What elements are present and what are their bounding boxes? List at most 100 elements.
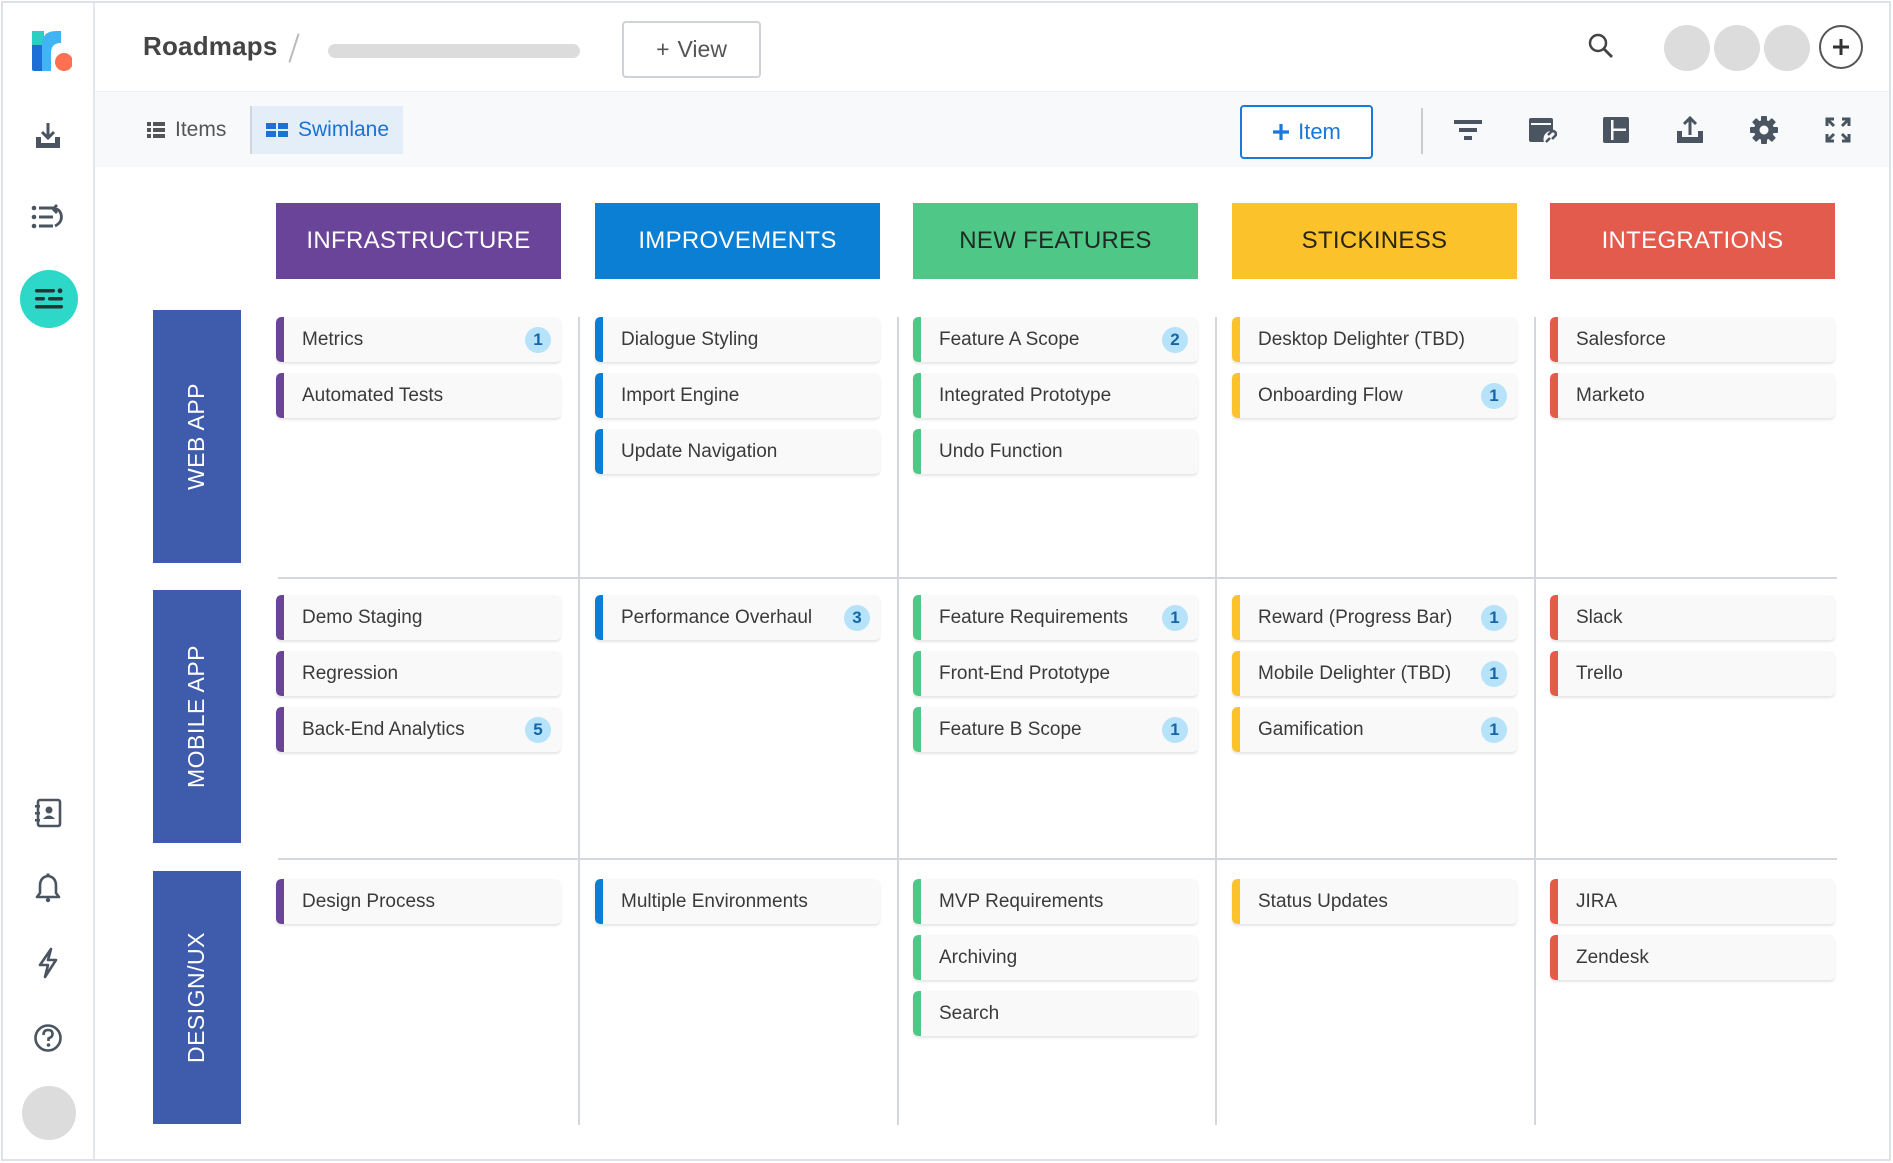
- import-icon[interactable]: [29, 117, 67, 155]
- linked-calendar-icon[interactable]: [1524, 112, 1560, 148]
- card-count-badge: 1: [1481, 716, 1507, 743]
- card-title: Onboarding Flow: [1258, 384, 1403, 406]
- logo-icon: [32, 31, 73, 71]
- notifications-icon[interactable]: [29, 869, 67, 907]
- roadmap-item-card[interactable]: Reward (Progress Bar) 1: [1232, 595, 1517, 640]
- app-window: Roadmaps + View Items Swimlane Item INFR…: [1, 1, 1891, 1161]
- roadmap-item-card[interactable]: Metrics 1: [276, 317, 561, 362]
- row-divider: [278, 858, 1837, 860]
- member-avatar[interactable]: [1714, 25, 1760, 71]
- roadmap-item-card[interactable]: Desktop Delighter (TBD): [1232, 317, 1517, 362]
- tab-swimlane-label: Swimlane: [298, 118, 390, 141]
- prioritize-icon[interactable]: [29, 198, 67, 236]
- integrations-icon[interactable]: [29, 944, 67, 982]
- layout-icon[interactable]: [1598, 112, 1634, 148]
- roadmap-item-card[interactable]: Salesforce: [1550, 317, 1835, 362]
- roadmap-item-card[interactable]: Archiving: [913, 935, 1198, 980]
- roadmap-item-card[interactable]: Feature Requirements 1: [913, 595, 1198, 640]
- row-label-text: MOBILE APP: [183, 644, 210, 789]
- card-title: Mobile Delighter (TBD): [1258, 662, 1452, 684]
- card-color-bar: [913, 991, 921, 1036]
- member-avatar[interactable]: [1764, 25, 1810, 71]
- roadmap-item-card[interactable]: Performance Overhaul 3: [595, 595, 880, 640]
- roadmap-item-card[interactable]: JIRA: [1550, 879, 1835, 924]
- toolbar-divider: [1421, 108, 1423, 154]
- column-header-infrastructure[interactable]: INFRASTRUCTURE: [276, 203, 561, 279]
- roadmap-item-card[interactable]: Zendesk: [1550, 935, 1835, 980]
- user-avatar[interactable]: [22, 1086, 76, 1140]
- card-color-bar: [1232, 595, 1240, 640]
- roadmap-item-card[interactable]: Feature A Scope 2: [913, 317, 1198, 362]
- card-title: Front-End Prototype: [939, 662, 1111, 684]
- roadmap-item-card[interactable]: Undo Function: [913, 429, 1198, 474]
- roadmap-item-card[interactable]: Onboarding Flow 1: [1232, 373, 1517, 418]
- view-toolbar: Items Swimlane Item: [95, 91, 1889, 167]
- column-header-new-features[interactable]: NEW FEATURES: [913, 203, 1198, 279]
- column-divider: [1534, 317, 1536, 1125]
- roadmap-item-card[interactable]: Automated Tests: [276, 373, 561, 418]
- roadmap-item-card[interactable]: Status Updates: [1232, 879, 1517, 924]
- roadmap-item-card[interactable]: Trello: [1550, 651, 1835, 696]
- help-icon[interactable]: [29, 1019, 67, 1057]
- roadmap-item-card[interactable]: Import Engine: [595, 373, 880, 418]
- contacts-icon[interactable]: [29, 794, 67, 832]
- roadmap-item-card[interactable]: Feature B Scope 1: [913, 707, 1198, 752]
- roadmap-item-card[interactable]: Mobile Delighter (TBD) 1: [1232, 651, 1517, 696]
- card-title: Demo Staging: [302, 606, 423, 628]
- card-color-bar: [276, 595, 284, 640]
- row-label-web-app[interactable]: WEB APP: [153, 310, 241, 563]
- card-color-bar: [913, 317, 921, 362]
- roadmap-item-card[interactable]: Dialogue Styling: [595, 317, 880, 362]
- card-count-badge: 1: [1481, 660, 1507, 687]
- row-label-mobile-app[interactable]: MOBILE APP: [153, 590, 241, 843]
- card-color-bar: [1550, 935, 1558, 980]
- row-label-design-ux[interactable]: DESIGN/UX: [153, 871, 241, 1124]
- tab-items[interactable]: Items: [133, 106, 240, 154]
- roadmap-item-card[interactable]: Regression: [276, 651, 561, 696]
- filter-icon[interactable]: [1450, 112, 1486, 148]
- card-title: Automated Tests: [302, 384, 444, 406]
- card-color-bar: [595, 429, 603, 474]
- card-title: Regression: [302, 662, 399, 684]
- breadcrumb-separator: [288, 33, 300, 63]
- card-color-bar: [913, 429, 921, 474]
- add-member-button[interactable]: [1819, 25, 1863, 69]
- card-title: Trello: [1576, 662, 1623, 684]
- card-color-bar: [913, 879, 921, 924]
- roadmap-item-card[interactable]: Marketo: [1550, 373, 1835, 418]
- roadmap-icon: [35, 288, 63, 309]
- page-title: Roadmaps: [143, 31, 278, 61]
- add-view-button[interactable]: + View: [622, 21, 761, 78]
- export-icon[interactable]: [1672, 112, 1708, 148]
- roadmap-item-card[interactable]: Front-End Prototype: [913, 651, 1198, 696]
- fullscreen-icon[interactable]: [1820, 112, 1856, 148]
- card-color-bar: [913, 595, 921, 640]
- settings-icon[interactable]: [1746, 112, 1782, 148]
- column-header-integrations[interactable]: INTEGRATIONS: [1550, 203, 1835, 279]
- roadmap-item-card[interactable]: Slack: [1550, 595, 1835, 640]
- card-color-bar: [1232, 373, 1240, 418]
- row-label-text: DESIGN/UX: [183, 931, 210, 1064]
- roadmap-item-card[interactable]: MVP Requirements: [913, 879, 1198, 924]
- roadmap-item-card[interactable]: Integrated Prototype: [913, 373, 1198, 418]
- card-title: Slack: [1576, 606, 1623, 628]
- app-logo[interactable]: [32, 31, 73, 71]
- card-color-bar: [913, 935, 921, 980]
- roadmap-item-card[interactable]: Gamification 1: [1232, 707, 1517, 752]
- add-item-button[interactable]: Item: [1240, 105, 1373, 159]
- roadmap-item-card[interactable]: Update Navigation: [595, 429, 880, 474]
- column-header-stickiness[interactable]: STICKINESS: [1232, 203, 1517, 279]
- roadmap-item-card[interactable]: Design Process: [276, 879, 561, 924]
- breadcrumb-roadmap-name-placeholder[interactable]: [328, 44, 580, 58]
- roadmap-item-card[interactable]: Back-End Analytics 5: [276, 707, 561, 752]
- member-avatar[interactable]: [1664, 25, 1710, 71]
- search-icon[interactable]: [1586, 31, 1620, 65]
- tab-swimlane[interactable]: Swimlane: [250, 106, 404, 154]
- roadmap-item-card[interactable]: Search: [913, 991, 1198, 1036]
- roadmap-item-card[interactable]: Demo Staging: [276, 595, 561, 640]
- roadmap-item-card[interactable]: Multiple Environments: [595, 879, 880, 924]
- roadmap-nav-active[interactable]: [20, 270, 78, 328]
- row-divider: [278, 577, 1837, 579]
- column-header-improvements[interactable]: IMPROVEMENTS: [595, 203, 880, 279]
- card-count-badge: 1: [1481, 604, 1507, 631]
